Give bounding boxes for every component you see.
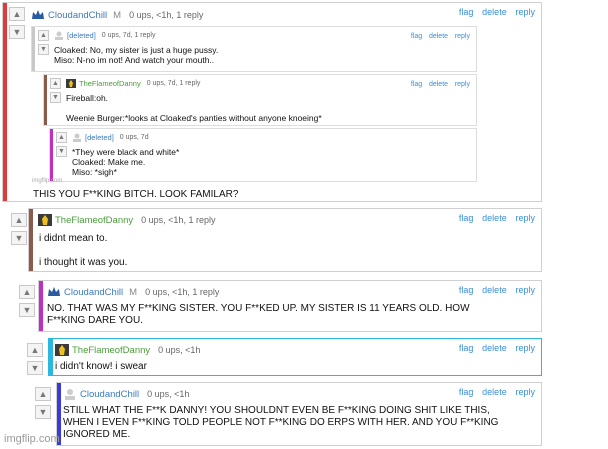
comment-text: Cloaked: No, my sister is just a huge pu… <box>54 45 219 65</box>
default-avatar-icon <box>55 31 63 40</box>
downvote-icon[interactable]: ▼ <box>11 231 27 245</box>
delete-link[interactable]: delete <box>482 387 507 397</box>
username[interactable]: CloudandChill <box>64 287 123 298</box>
comment-meta: 0 ups, <1h, 1 reply <box>129 10 204 20</box>
flag-link: flag <box>410 33 423 40</box>
flame-avatar-icon <box>38 214 52 226</box>
username: TheFlameofDanny <box>79 79 141 88</box>
comment-meta: 0 ups, 7d, 1 reply <box>146 80 201 87</box>
comment-2: ▲ ▼ TheFlameofDanny 0 ups, <1h, 1 reply … <box>11 208 542 272</box>
thread-bar <box>32 27 35 71</box>
username[interactable]: CloudandChill <box>48 10 107 21</box>
imgflip-watermark: imgflip.com <box>4 433 60 445</box>
delete-link[interactable]: delete <box>482 7 507 17</box>
flame-avatar-icon <box>66 79 76 88</box>
reply-link[interactable]: reply <box>515 7 535 17</box>
upvote-icon[interactable]: ▲ <box>27 343 43 357</box>
reply-link[interactable]: reply <box>515 285 535 295</box>
delete-link[interactable]: delete <box>482 285 507 295</box>
flag-link[interactable]: flag <box>459 213 474 223</box>
embedded-comment-2: ▲ ▼ TheFlameofDanny 0 ups, 7d, 1 reply f… <box>43 74 477 126</box>
comment-text: i didn't know! i swear <box>55 361 147 372</box>
comment-4: ▲ ▼ TheFlameofDanny 0 ups, <1h flag dele… <box>27 338 542 376</box>
upvote-icon[interactable]: ▲ <box>9 7 25 21</box>
upvote-icon[interactable]: ▲ <box>19 285 35 299</box>
upvote-icon[interactable]: ▲ <box>11 213 27 227</box>
flame-avatar-icon <box>55 344 69 356</box>
thread-bar <box>39 281 43 331</box>
embedded-watermark: imgflip.com <box>32 178 63 184</box>
comment-meta: 0 ups, 7d, 1 reply <box>101 32 156 39</box>
username: [deleted] <box>67 31 96 40</box>
upvote-icon[interactable]: ▲ <box>35 387 51 401</box>
comment-meta: 0 ups, <1h <box>158 345 201 355</box>
reply-link: reply <box>454 33 470 40</box>
username[interactable]: CloudandChill <box>80 389 139 400</box>
crown-avatar-icon <box>32 10 44 19</box>
embedded-comment-1: ▲ ▼ [deleted] 0 ups, 7d, 1 reply flag de… <box>31 26 477 72</box>
thread-bar <box>44 75 47 125</box>
comment-1: ▲ ▼ CloudandChill M 0 ups, <1h, 1 reply … <box>2 2 542 202</box>
thread-bar <box>49 339 53 375</box>
upvote-icon: ▲ <box>50 78 61 89</box>
flag-link: flag <box>410 81 423 88</box>
default-avatar-icon <box>73 133 81 142</box>
embedded-screenshot: ▲ ▼ [deleted] 0 ups, 7d, 1 reply flag de… <box>29 26 489 186</box>
thread-bar <box>50 129 53 181</box>
comment-3: ▲ ▼ CloudandChill M 0 ups, <1h, 1 reply … <box>19 280 542 332</box>
reply-link: reply <box>454 81 470 88</box>
thread-bar <box>29 209 33 271</box>
crown-avatar-icon <box>48 287 60 296</box>
delete-link[interactable]: delete <box>482 343 507 353</box>
comment-meta: 0 ups, <1h, 1 reply <box>141 215 216 225</box>
username: [deleted] <box>85 133 114 142</box>
delete-link: delete <box>428 33 449 40</box>
comment-meta: 0 ups, 7d <box>119 134 149 141</box>
flag-link[interactable]: flag <box>459 343 474 353</box>
downvote-icon[interactable]: ▼ <box>27 361 43 375</box>
vote-controls: ▲ ▼ <box>9 7 25 43</box>
comment-text: THIS YOU F**KING BITCH. LOOK FAMILAR? <box>33 189 239 200</box>
downvote-icon[interactable]: ▼ <box>19 303 35 317</box>
comment-meta: 0 ups, <1h <box>147 389 190 399</box>
flag-link[interactable]: flag <box>459 285 474 295</box>
downvote-icon[interactable]: ▼ <box>9 25 25 39</box>
comment-text: NO. THAT WAS MY F**KING SISTER. YOU F**K… <box>47 303 470 326</box>
comment-text: i didnt mean to. i thought it was you. <box>39 233 128 268</box>
comment-meta: 0 ups, <1h, 1 reply <box>145 287 220 297</box>
reply-link[interactable]: reply <box>515 213 535 223</box>
downvote-icon: ▼ <box>38 44 49 55</box>
flag-link[interactable]: flag <box>459 387 474 397</box>
reply-link[interactable]: reply <box>515 387 535 397</box>
downvote-icon: ▼ <box>56 146 67 157</box>
upvote-icon: ▲ <box>56 132 67 143</box>
downvote-icon[interactable]: ▼ <box>35 405 51 419</box>
upvote-icon: ▲ <box>38 30 49 41</box>
downvote-icon: ▼ <box>50 92 61 103</box>
delete-link[interactable]: delete <box>482 213 507 223</box>
thread-bar <box>3 3 7 201</box>
delete-link: delete <box>428 81 449 88</box>
flag-link[interactable]: flag <box>459 7 474 17</box>
username[interactable]: TheFlameofDanny <box>72 345 150 356</box>
comment-text: STILL WHAT THE F**K DANNY! YOU SHOULDNT … <box>63 405 499 440</box>
username[interactable]: TheFlameofDanny <box>55 215 133 226</box>
mod-badge: M <box>113 9 122 21</box>
default-avatar-icon <box>65 389 75 400</box>
comment-text: *They were black and white* Cloaked: Mak… <box>72 147 180 177</box>
comment-text: Fireball:oh. Weenie Burger:*looks at Clo… <box>66 93 322 123</box>
comment-5: ▲ ▼ CloudandChill 0 ups, <1h flag delete… <box>35 382 542 446</box>
embedded-comment-3: ▲ ▼ [deleted] 0 ups, 7d *They were black… <box>49 128 477 182</box>
mod-badge: M <box>129 286 138 298</box>
reply-link[interactable]: reply <box>515 343 535 353</box>
